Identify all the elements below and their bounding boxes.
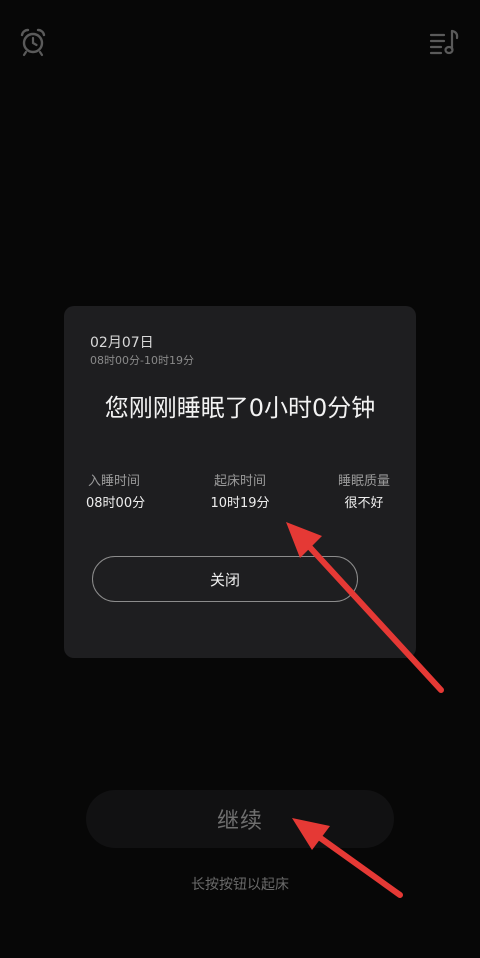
sleep-start-stat: 入睡时间 08时00分 — [66, 474, 166, 512]
sleep-start-label: 入睡时间 — [88, 474, 141, 489]
wake-time-label: 起床时间 — [213, 474, 266, 489]
sleep-screen: 02月07日 08时00分-10时19分 您刚刚睡眠了0小时0分钟 入睡时间 0… — [0, 0, 480, 958]
wake-time-value: 10时19分 — [210, 496, 270, 511]
sleep-quality-value: 很不好 — [344, 496, 384, 511]
long-press-hint: 长按按钮以起床 — [191, 877, 289, 893]
sleep-duration-headline: 您刚刚睡眠了0小时0分钟 — [104, 394, 376, 422]
sleep-start-value: 08时00分 — [86, 496, 146, 511]
sleep-quality-label: 睡眠质量 — [337, 474, 390, 489]
wake-time-stat: 起床时间 10时19分 — [190, 474, 290, 512]
sleep-result-card: 02月07日 08时00分-10时19分 您刚刚睡眠了0小时0分钟 入睡时间 0… — [64, 306, 416, 658]
alarm-clock-icon[interactable] — [18, 27, 48, 57]
sleep-quality-stat: 睡眠质量 很不好 — [314, 474, 414, 512]
close-button[interactable]: 关闭 — [92, 556, 358, 602]
continue-button[interactable]: 继续 — [86, 790, 394, 848]
sleep-time-range: 08时00分-10时19分 — [90, 354, 194, 367]
sleep-date: 02月07日 — [90, 335, 154, 351]
music-playlist-icon[interactable] — [428, 27, 460, 57]
